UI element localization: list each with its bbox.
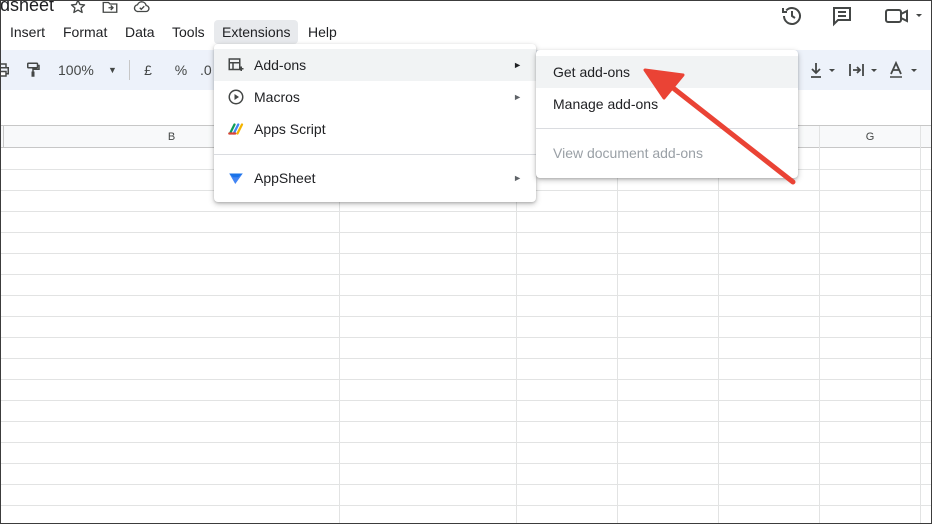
print-icon[interactable] bbox=[0, 61, 12, 79]
cloud-status-icon[interactable] bbox=[133, 0, 151, 16]
paint-format-icon[interactable] bbox=[24, 61, 42, 79]
add-ons-submenu: Get add-ons Manage add-ons View document… bbox=[536, 50, 798, 178]
menu-item-apps-script[interactable]: Apps Script bbox=[214, 113, 536, 145]
menu-item-label: Add-ons bbox=[254, 57, 307, 73]
menu-divider bbox=[214, 154, 536, 155]
percent-format-button[interactable]: % bbox=[170, 50, 192, 90]
addons-icon bbox=[227, 56, 245, 74]
manage-add-ons-item[interactable]: Manage add-ons bbox=[536, 88, 798, 120]
menu-data[interactable]: Data bbox=[117, 20, 163, 44]
toolbar-divider bbox=[129, 60, 130, 80]
menu-help[interactable]: Help bbox=[300, 20, 345, 44]
menu-item-label: AppSheet bbox=[254, 170, 316, 186]
menu-item-label: Macros bbox=[254, 89, 300, 105]
macros-icon bbox=[227, 88, 245, 106]
chevron-down-icon: ▼ bbox=[108, 65, 117, 75]
text-wrapping-icon[interactable] bbox=[848, 61, 882, 79]
menu-format[interactable]: Format bbox=[55, 20, 115, 44]
document-title[interactable]: dsheet bbox=[0, 0, 54, 16]
menu-extensions[interactable]: Extensions bbox=[214, 20, 299, 44]
move-to-folder-icon[interactable] bbox=[101, 0, 119, 16]
appsheet-icon bbox=[227, 169, 245, 187]
vertical-align-icon[interactable] bbox=[808, 61, 840, 79]
menu-divider bbox=[536, 128, 798, 129]
menu-item-label: Manage add-ons bbox=[553, 96, 659, 112]
extensions-menu: Add-ons ► Macros ► Apps Script AppSheet … bbox=[214, 44, 536, 202]
zoom-value: 100% bbox=[58, 62, 94, 78]
column-header-g[interactable]: G bbox=[820, 126, 921, 148]
menu-item-label: View document add-ons bbox=[553, 145, 703, 161]
menu-item-label: Get add-ons bbox=[553, 64, 631, 80]
currency-format-button[interactable]: £ bbox=[138, 50, 158, 90]
menu-item-label: Apps Script bbox=[254, 121, 326, 137]
menu-bar: Insert Format Data Tools Extensions Help bbox=[0, 20, 932, 44]
cell-grid[interactable] bbox=[0, 148, 932, 524]
menu-item-appsheet[interactable]: AppSheet ► bbox=[214, 162, 536, 194]
menu-tools[interactable]: Tools bbox=[164, 20, 213, 44]
submenu-arrow-icon: ► bbox=[513, 92, 522, 102]
menu-item-add-ons[interactable]: Add-ons ► bbox=[214, 49, 536, 81]
menu-item-macros[interactable]: Macros ► bbox=[214, 81, 536, 113]
text-rotation-icon[interactable] bbox=[888, 60, 922, 79]
zoom-select[interactable]: 100% ▼ bbox=[52, 50, 120, 90]
menu-insert[interactable]: Insert bbox=[2, 20, 53, 44]
apps-script-icon bbox=[227, 120, 245, 138]
view-document-add-ons-item: View document add-ons bbox=[536, 137, 798, 169]
submenu-arrow-icon: ► bbox=[513, 173, 522, 183]
get-add-ons-item[interactable]: Get add-ons bbox=[536, 56, 798, 88]
submenu-arrow-icon: ► bbox=[513, 60, 522, 70]
star-icon[interactable] bbox=[69, 0, 87, 16]
